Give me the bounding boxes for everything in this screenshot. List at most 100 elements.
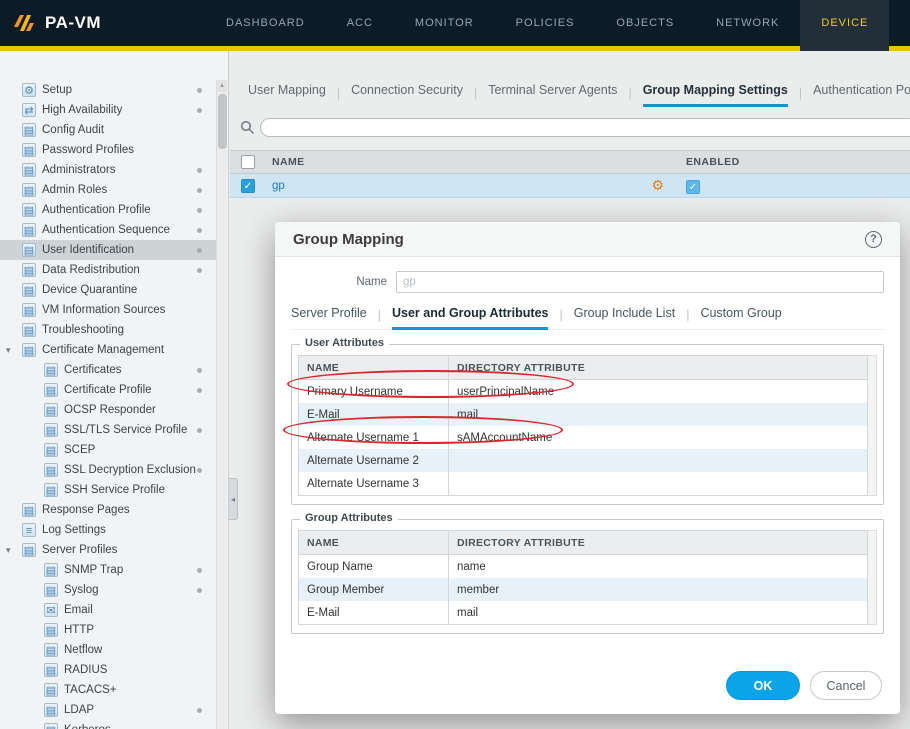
- sidebar-item-certificate-profile[interactable]: ▤Certificate Profile: [0, 380, 216, 400]
- sidebar-item-log-settings[interactable]: ≡Log Settings: [0, 520, 216, 540]
- attr-row[interactable]: Alternate Username 1sAMAccountName: [299, 426, 867, 449]
- sidebar-item-data-redistribution[interactable]: ▤Data Redistribution: [0, 260, 216, 280]
- scrollbar-thumb[interactable]: [218, 94, 227, 149]
- enabled-checkbox[interactable]: ✓: [686, 180, 700, 194]
- sidebar-item-http[interactable]: ▤HTTP: [0, 620, 216, 640]
- tab-group-mapping-settings[interactable]: Group Mapping Settings: [643, 83, 788, 107]
- sidebar-item-response-pages[interactable]: ▤Response Pages: [0, 500, 216, 520]
- attr-value-cell[interactable]: mail: [449, 607, 867, 619]
- sidebar-item-certificates[interactable]: ▤Certificates: [0, 360, 216, 380]
- sidebar-item-scep[interactable]: ▤SCEP: [0, 440, 216, 460]
- modal-tab-server-profile[interactable]: Server Profile: [291, 306, 367, 330]
- nav-tab-policies[interactable]: POLICIES: [495, 0, 596, 46]
- nav-tab-objects[interactable]: OBJECTS: [595, 0, 695, 46]
- sidebar-item-netflow[interactable]: ▤Netflow: [0, 640, 216, 660]
- attr-row[interactable]: Group Namename: [299, 555, 867, 578]
- sidebar-item-ssl-tls-service-profile[interactable]: ▤SSL/TLS Service Profile: [0, 420, 216, 440]
- sidebar-item-email[interactable]: ✉Email: [0, 600, 216, 620]
- sidebar-item-user-identification[interactable]: ▤User Identification: [0, 240, 216, 260]
- sidebar-item-authentication-profile[interactable]: ▤Authentication Profile: [0, 200, 216, 220]
- cancel-button[interactable]: Cancel: [810, 671, 882, 700]
- name-input[interactable]: [396, 271, 884, 293]
- chevron-down-icon[interactable]: ▾: [6, 345, 22, 356]
- nav-tab-device[interactable]: DEVICE: [800, 0, 889, 46]
- tab-user-mapping[interactable]: User Mapping: [248, 83, 326, 107]
- sidebar-scrollbar[interactable]: ▴: [216, 80, 227, 729]
- attr-row[interactable]: Alternate Username 3: [299, 472, 867, 495]
- tab-terminal-server-agents[interactable]: Terminal Server Agents: [488, 83, 617, 107]
- modified-dot: [197, 568, 202, 573]
- modal-tab-user-and-group-attributes[interactable]: User and Group Attributes: [392, 306, 549, 330]
- sidebar-item-ocsp-responder[interactable]: ▤OCSP Responder: [0, 400, 216, 420]
- nav-tab-network[interactable]: NETWORK: [695, 0, 800, 46]
- scroll-up-icon[interactable]: ▴: [217, 80, 227, 92]
- sidebar-item-radius[interactable]: ▤RADIUS: [0, 660, 216, 680]
- sidebar-item-authentication-sequence[interactable]: ▤Authentication Sequence: [0, 220, 216, 240]
- sidebar-item-ssl-decryption-exclusion[interactable]: ▤SSL Decryption Exclusion: [0, 460, 216, 480]
- attr-value-cell[interactable]: userPrincipalName: [449, 386, 867, 398]
- nav-tab-monitor[interactable]: MONITOR: [394, 0, 495, 46]
- tab-separator: |: [686, 308, 689, 329]
- attr-row[interactable]: Alternate Username 2: [299, 449, 867, 472]
- tab-separator: |: [378, 308, 381, 329]
- sidebar-item-vm-information-sources[interactable]: ▤VM Information Sources: [0, 300, 216, 320]
- row-checkbox[interactable]: ✓: [241, 179, 255, 193]
- user-attributes-body: Primary UsernameuserPrincipalNameE-Mailm…: [299, 380, 867, 495]
- sidebar-item-device-quarantine[interactable]: ▤Device Quarantine: [0, 280, 216, 300]
- data-redistribution-icon: ▤: [22, 263, 36, 277]
- nav-tab-dashboard[interactable]: DASHBOARD: [205, 0, 326, 46]
- modal-tab-custom-group[interactable]: Custom Group: [700, 306, 781, 330]
- search-input[interactable]: [260, 118, 910, 137]
- sidebar-item-setup[interactable]: ⚙Setup: [0, 80, 216, 100]
- column-header-enabled[interactable]: ENABLED: [678, 156, 910, 168]
- ssl-decryption-exclusion-icon: ▤: [44, 463, 58, 477]
- sidebar-item-syslog[interactable]: ▤Syslog: [0, 580, 216, 600]
- sidebar-item-snmp-trap[interactable]: ▤SNMP Trap: [0, 560, 216, 580]
- column-header-name[interactable]: NAME: [266, 156, 678, 168]
- sidebar-item-kerberos[interactable]: ▤Kerberos: [0, 720, 216, 729]
- modal-tab-group-include-list[interactable]: Group Include List: [574, 306, 675, 330]
- sidebar-item-certificate-management[interactable]: ▾▤Certificate Management: [0, 340, 216, 360]
- search-icon[interactable]: [240, 120, 255, 135]
- attr-row[interactable]: Primary UsernameuserPrincipalName: [299, 380, 867, 403]
- attr-row[interactable]: E-Mailmail: [299, 403, 867, 426]
- tab-connection-security[interactable]: Connection Security: [351, 83, 463, 107]
- attr-value-cell[interactable]: sAMAccountName: [449, 432, 867, 444]
- sidebar-item-admin-roles[interactable]: ▤Admin Roles: [0, 180, 216, 200]
- sidebar-item-tacacs[interactable]: ▤TACACS+: [0, 680, 216, 700]
- sidebar-item-ldap[interactable]: ▤LDAP: [0, 700, 216, 720]
- user-attributes-fieldset: User Attributes NAME DIRECTORY ATTRIBUTE…: [291, 344, 884, 505]
- row-gear-icon[interactable]: ⚙: [651, 177, 664, 194]
- chevron-down-icon[interactable]: ▾: [6, 545, 22, 556]
- table-scrollbar[interactable]: [868, 355, 877, 496]
- sidebar-item-administrators[interactable]: ▤Administrators: [0, 160, 216, 180]
- attr-value-cell[interactable]: member: [449, 584, 867, 596]
- attr-row[interactable]: Group Membermember: [299, 578, 867, 601]
- attr-name-cell: Group Member: [299, 578, 449, 601]
- tab-authentication-por[interactable]: Authentication Por: [813, 83, 910, 107]
- sidebar-item-high-availability[interactable]: ⇄High Availability: [0, 100, 216, 120]
- table-scrollbar[interactable]: [868, 530, 877, 625]
- sidebar-item-ssh-service-profile[interactable]: ▤SSH Service Profile: [0, 480, 216, 500]
- sidebar-item-label: Certificate Profile: [64, 384, 152, 396]
- sidebar-item-password-profiles[interactable]: ▤Password Profiles: [0, 140, 216, 160]
- attr-value-cell[interactable]: name: [449, 561, 867, 573]
- dialog-title: Group Mapping: [293, 231, 404, 248]
- authentication-profile-icon: ▤: [22, 203, 36, 217]
- sidebar-item-troubleshooting[interactable]: ▤Troubleshooting: [0, 320, 216, 340]
- user-attributes-legend: User Attributes: [300, 337, 389, 349]
- select-all-checkbox[interactable]: [241, 155, 255, 169]
- ok-button[interactable]: OK: [726, 671, 800, 700]
- sidebar-item-config-audit[interactable]: ▤Config Audit: [0, 120, 216, 140]
- row-name-link[interactable]: gp: [272, 180, 285, 192]
- tab-separator: |: [474, 86, 477, 107]
- attr-value-cell[interactable]: mail: [449, 409, 867, 421]
- sidebar-item-server-profiles[interactable]: ▾▤Server Profiles: [0, 540, 216, 560]
- attr-name-cell: Alternate Username 2: [299, 449, 449, 472]
- help-icon[interactable]: ?: [865, 231, 882, 248]
- sidebar-collapse-handle[interactable]: ◂: [229, 478, 238, 520]
- search-bar: [240, 116, 910, 138]
- table-row[interactable]: ✓ gp ⚙ ✓: [230, 174, 910, 198]
- nav-tab-acc[interactable]: ACC: [326, 0, 394, 46]
- attr-row[interactable]: E-Mailmail: [299, 601, 867, 624]
